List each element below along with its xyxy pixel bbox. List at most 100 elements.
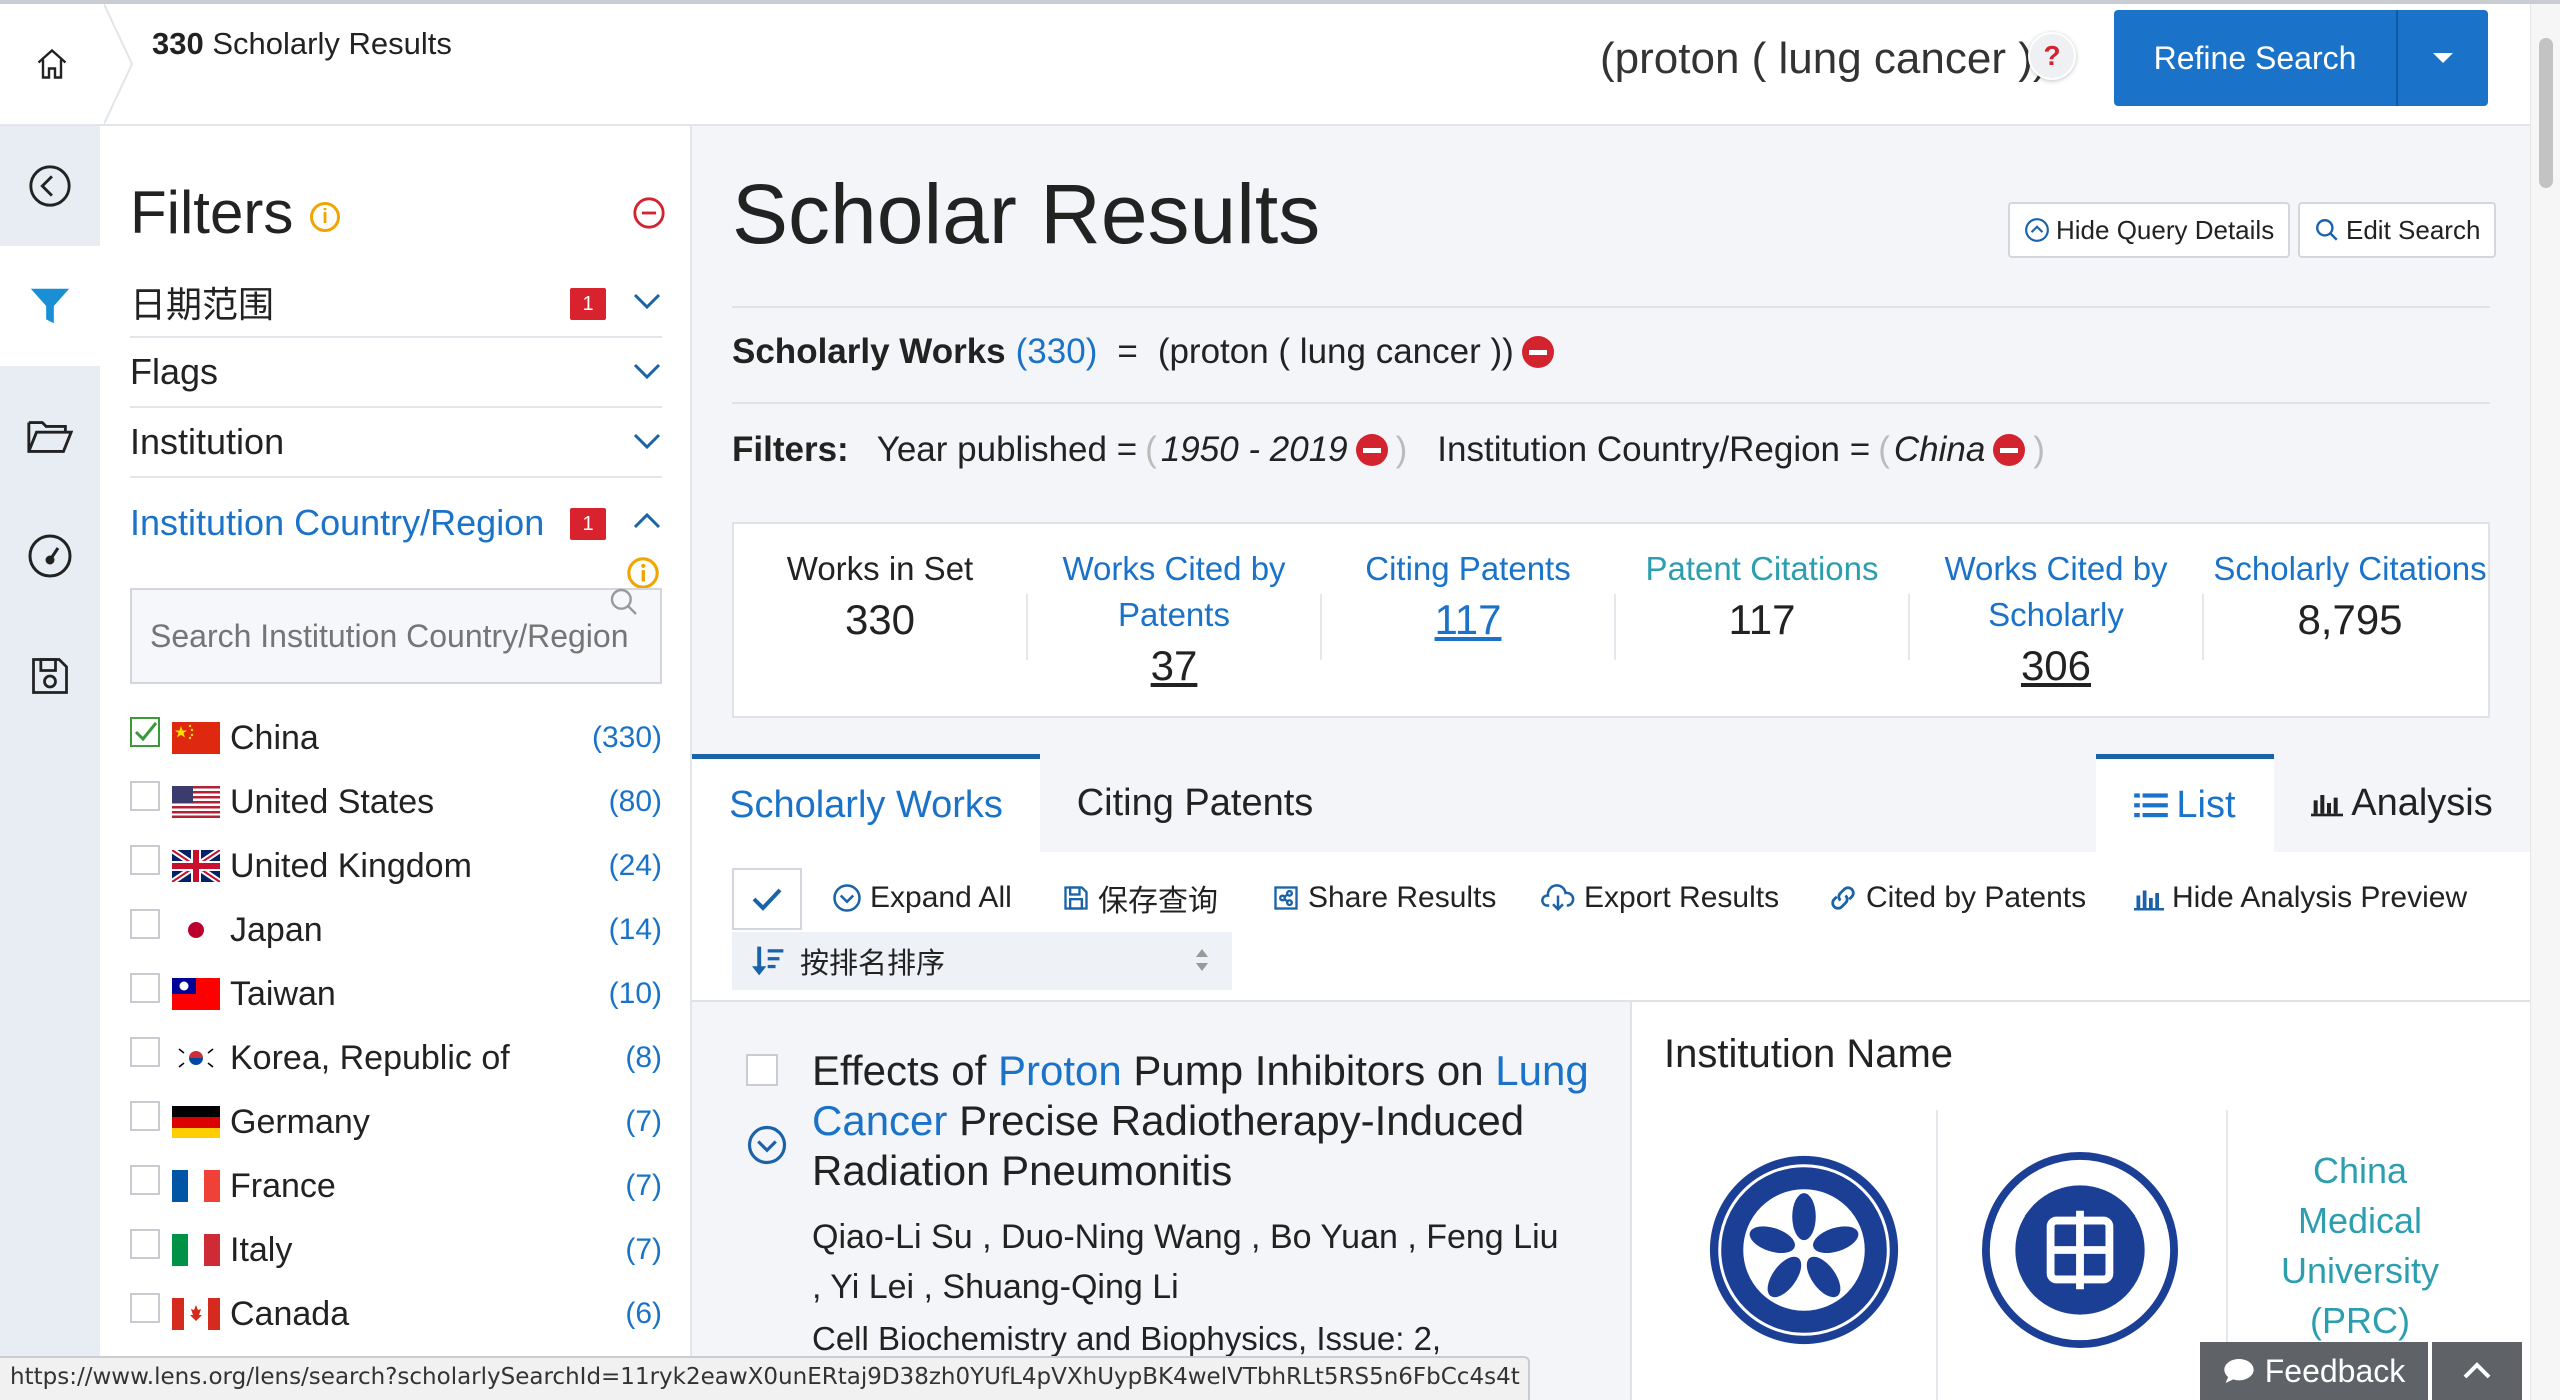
stat-works-cited-by-patents[interactable]: Works Cited by Patents 37 [1028, 546, 1320, 690]
tab-analysis-view[interactable]: Analysis [2274, 754, 2530, 852]
caret-down-icon [2433, 53, 2453, 63]
filters-tab[interactable] [0, 246, 100, 366]
divider [732, 402, 2490, 404]
chat-bubble-icon [2224, 1359, 2254, 1383]
export-results-button[interactable]: Export Results [1540, 870, 1779, 926]
edit-search-button[interactable]: Edit Search [2298, 202, 2497, 258]
refine-search-button[interactable]: Refine Search [2114, 10, 2396, 106]
institution-link[interactable]: China Medical University (PRC) [2260, 1146, 2460, 1346]
feedback-button[interactable]: Feedback [2200, 1342, 2428, 1400]
sort-select[interactable]: 按排名排序 [732, 932, 1232, 990]
scrollbar-thumb[interactable] [2539, 38, 2553, 188]
back-circle-icon [29, 165, 71, 207]
bar-chart-icon [2134, 890, 2164, 911]
tab-scholarly-works[interactable]: Scholarly Works [692, 754, 1040, 852]
remove-query-icon[interactable] [1521, 336, 1554, 368]
country-item-china[interactable]: China (330) [130, 706, 662, 770]
checkbox[interactable] [130, 845, 160, 875]
country-item-germany[interactable]: Germany (7) [130, 1090, 662, 1154]
tab-citing-patents[interactable]: Citing Patents [1040, 754, 1350, 852]
search-query-display: (proton ( lung cancer )) [1600, 34, 2048, 83]
bar-chart-icon [2311, 795, 2344, 817]
info-icon[interactable]: i [310, 202, 341, 233]
stat-citing-patents[interactable]: Citing Patents 117 [1322, 546, 1614, 644]
clear-filters-icon[interactable] [632, 196, 666, 230]
collapse-panel-button[interactable] [0, 126, 100, 246]
share-icon [1274, 886, 1298, 910]
checkbox[interactable] [130, 909, 160, 939]
remove-year-filter-icon[interactable] [1355, 434, 1388, 466]
select-arrows-icon [1196, 949, 1208, 971]
country-item-taiwan[interactable]: Taiwan (10) [130, 962, 662, 1026]
share-results-button[interactable]: Share Results [1272, 870, 1496, 926]
chevron-down-icon [633, 363, 661, 380]
country-item-japan[interactable]: Japan (14) [130, 898, 662, 962]
stat-scholarly-citations: Scholarly Citations 8,795 [2213, 550, 2487, 643]
canada-flag-icon [172, 1298, 220, 1330]
query-summary: Scholarly Works (330) = (proton ( lung c… [732, 332, 1562, 372]
us-flag-icon [172, 786, 220, 818]
main-content: Scholar Results Hide Query Details Edit … [692, 126, 2530, 1400]
checkbox[interactable] [130, 1037, 160, 1067]
tab-list-view[interactable]: List [2096, 754, 2274, 852]
top-bar: 330 Scholarly Results (proton ( lung can… [0, 4, 2530, 126]
cloud-download-icon [1541, 884, 1575, 912]
status-bar-url: https://www.lens.org/lens/search?scholar… [0, 1356, 1530, 1400]
facet-date-range[interactable]: 日期范围 1 [130, 268, 662, 338]
analysis-preview: Institution Name China Medical Universit… [1630, 1002, 2530, 1400]
info-icon[interactable] [626, 556, 660, 590]
breadcrumb-separator [104, 4, 134, 124]
facet-flags[interactable]: Flags [130, 338, 662, 408]
dashboard-tab[interactable] [0, 496, 100, 616]
checkbox[interactable] [130, 1101, 160, 1131]
country-item-korea[interactable]: Korea, Republic of (8) [130, 1026, 662, 1090]
hide-query-details-button[interactable]: Hide Query Details [2008, 202, 2291, 258]
facet-institution-country[interactable]: Institution Country/Region 1 [130, 488, 662, 558]
checkbox[interactable] [130, 1165, 160, 1195]
result-journal: Cell Biochemistry and Biophysics, Issue:… [812, 1320, 1442, 1357]
stat-works-cited-by-scholarly[interactable]: Works Cited by Scholarly 306 [1910, 546, 2202, 690]
filters-panel: Filters i 日期范围 1 Flags Institution Insti… [100, 126, 692, 1400]
cited-by-patents-button[interactable]: Cited by Patents [1828, 870, 2086, 926]
checkbox[interactable] [130, 1229, 160, 1259]
save-disk-icon [1064, 886, 1088, 910]
refine-dropdown-toggle[interactable] [2396, 10, 2488, 106]
country-item-canada[interactable]: Canada (6) [130, 1282, 662, 1346]
expand-all-button[interactable]: Expand All [832, 870, 1012, 926]
facet-count-badge: 1 [570, 508, 606, 540]
collections-tab[interactable] [0, 376, 100, 496]
country-item-united-states[interactable]: United States (80) [130, 770, 662, 834]
chevron-down-circle-icon[interactable] [746, 1124, 788, 1166]
gauge-icon [28, 534, 72, 578]
help-icon[interactable]: ? [2028, 32, 2076, 80]
country-item-france[interactable]: France (7) [130, 1154, 662, 1218]
list-icon [2134, 792, 2169, 817]
sort-icon [752, 946, 784, 976]
remove-country-filter-icon[interactable] [1993, 434, 2026, 466]
hide-analysis-preview-button[interactable]: Hide Analysis Preview [2134, 870, 2467, 926]
country-search-input[interactable] [132, 590, 660, 682]
result-checkbox[interactable] [746, 1054, 778, 1086]
select-all-button[interactable] [732, 868, 802, 930]
home-button[interactable] [0, 4, 104, 124]
breadcrumb: 330 Scholarly Results [152, 26, 452, 61]
facet-institution[interactable]: Institution [130, 408, 662, 478]
page-scrollbar[interactable] [2530, 4, 2560, 1400]
country-item-italy[interactable]: Italy (7) [130, 1218, 662, 1282]
country-item-united-kingdom[interactable]: United Kingdom (24) [130, 834, 662, 898]
checkbox[interactable] [130, 1293, 160, 1323]
checkbox[interactable] [130, 973, 160, 1003]
chevron-down-icon [633, 433, 661, 450]
result-title-link[interactable]: Effects of Proton Pump Inhibitors on Lun… [812, 1046, 1602, 1196]
checkbox[interactable] [130, 781, 160, 811]
cas-logo-icon[interactable] [1706, 1152, 1902, 1348]
checkbox[interactable] [130, 717, 160, 747]
home-icon [37, 48, 67, 79]
italy-flag-icon [172, 1234, 220, 1266]
fudan-logo-icon[interactable] [1982, 1152, 2178, 1348]
korea-flag-icon [172, 1042, 220, 1074]
scroll-to-top-button[interactable] [2432, 1342, 2522, 1400]
saved-tab[interactable] [0, 616, 100, 736]
save-query-button[interactable]: 保存查询 [1062, 870, 1218, 926]
chevron-up-icon [2463, 1362, 2491, 1379]
